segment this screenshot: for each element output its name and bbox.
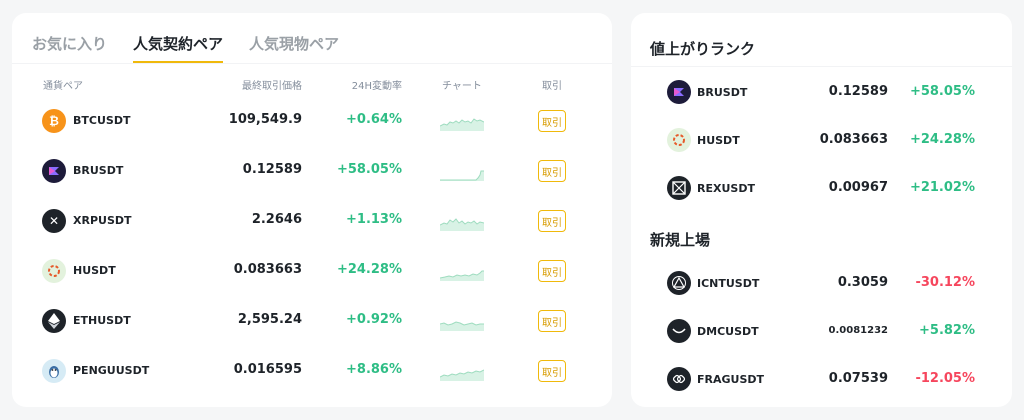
pengu-icon — [42, 359, 66, 383]
pair-symbol: BRUSDT — [697, 86, 748, 99]
br-icon — [667, 80, 691, 104]
h-icon — [42, 259, 66, 283]
table-row[interactable]: ₿ BTCUSDT 109,549.9 +0.64% 取引 — [12, 99, 612, 143]
pair-symbol: HUSDT — [697, 134, 740, 147]
change-percent: +8.86% — [346, 362, 402, 377]
trade-button[interactable]: 取引 — [538, 210, 566, 232]
trade-button[interactable]: 取引 — [538, 360, 566, 382]
change-percent: +0.64% — [346, 112, 402, 127]
trade-button[interactable]: 取引 — [538, 110, 566, 132]
change-percent: +58.05% — [336, 162, 402, 177]
sparkline-chart — [440, 118, 484, 131]
change-percent: +0.92% — [346, 312, 402, 327]
header-pair: 通貨ペア — [43, 81, 83, 92]
icnt-icon — [667, 271, 691, 295]
last-price: 109,549.9 — [228, 112, 302, 127]
trade-button[interactable]: 取引 — [538, 260, 566, 282]
new-listing-row[interactable]: DMCUSDT 0.0081232 +5.82% — [631, 311, 1012, 351]
last-price: 0.0081232 — [828, 325, 888, 336]
ranking-row[interactable]: HUSDT 0.083663 +24.28% — [631, 120, 1012, 160]
new-listing-row[interactable]: ICNTUSDT 0.3059 -30.12% — [631, 263, 1012, 303]
change-percent: +24.28% — [336, 262, 402, 277]
table-row[interactable]: PENGUUSDT 0.016595 +8.86% 取引 — [12, 349, 612, 393]
header-trade: 取引 — [542, 81, 562, 92]
frag-icon — [667, 367, 691, 391]
pair-symbol: DMCUSDT — [697, 325, 759, 338]
trade-button[interactable]: 取引 — [538, 160, 566, 182]
sparkline-chart — [440, 321, 484, 331]
header-price: 最終取引価格 — [242, 81, 302, 92]
ranking-row[interactable]: BRUSDT 0.12589 +58.05% — [631, 72, 1012, 112]
market-table-card: お気に入り 人気契約ペア 人気現物ペア 通貨ペア 最終取引価格 24H変動率 チ… — [12, 13, 612, 407]
last-price: 0.083663 — [819, 132, 888, 147]
table-row[interactable]: ETHUSDT 2,595.24 +0.92% 取引 — [12, 299, 612, 343]
sparkline-chart — [440, 170, 484, 181]
change-percent: +58.05% — [909, 84, 975, 99]
h-icon — [667, 128, 691, 152]
header-change: 24H変動率 — [351, 81, 402, 92]
pair-symbol: FRAGUSDT — [697, 373, 765, 386]
pair-symbol: PENGUUSDT — [73, 364, 150, 377]
pair-symbol: REXUSDT — [697, 182, 755, 195]
table-row[interactable]: BRUSDT 0.12589 +58.05% 取引 — [12, 149, 612, 193]
pair-symbol: HUSDT — [73, 264, 116, 277]
change-percent: +24.28% — [909, 132, 975, 147]
market-tabs: お気に入り 人気契約ペア 人気現物ペア — [32, 33, 339, 63]
change-percent: -12.05% — [915, 371, 975, 386]
last-price: 0.12589 — [828, 84, 888, 99]
last-price: 0.00967 — [828, 180, 888, 195]
tabs-divider — [12, 63, 612, 64]
new-listing-row[interactable]: FRAGUSDT 0.07539 -12.05% — [631, 359, 1012, 399]
pair-symbol: BTCUSDT — [73, 114, 131, 127]
sparkline-chart — [440, 218, 484, 231]
sparkline-chart — [440, 270, 484, 281]
xrp-icon: ✕ — [42, 209, 66, 233]
bitcoin-icon: ₿ — [42, 109, 66, 133]
last-price: 0.12589 — [242, 162, 302, 177]
last-price: 0.07539 — [828, 371, 888, 386]
pair-symbol: BRUSDT — [73, 164, 124, 177]
sparkline-chart — [440, 369, 484, 381]
change-percent: +5.82% — [919, 323, 975, 338]
pair-symbol: ETHUSDT — [73, 314, 131, 327]
change-percent: +21.02% — [909, 180, 975, 195]
change-percent: -30.12% — [915, 275, 975, 290]
table-row[interactable]: HUSDT 0.083663 +24.28% 取引 — [12, 249, 612, 293]
pair-symbol: XRPUSDT — [73, 214, 132, 227]
tab-popular-spot[interactable]: 人気現物ペア — [249, 33, 339, 63]
ranking-divider — [631, 66, 1012, 67]
pair-symbol: ICNTUSDT — [697, 277, 760, 290]
gainers-ranking-title: 値上がりランク — [650, 40, 756, 58]
tab-favorites[interactable]: お気に入り — [32, 33, 107, 63]
last-price: 0.3059 — [837, 275, 888, 290]
last-price: 0.016595 — [233, 362, 302, 377]
change-percent: +1.13% — [346, 212, 402, 227]
last-price: 2,595.24 — [237, 312, 302, 327]
rex-icon — [667, 176, 691, 200]
trade-button[interactable]: 取引 — [538, 310, 566, 332]
last-price: 0.083663 — [233, 262, 302, 277]
header-chart: チャート — [442, 81, 482, 92]
tab-popular-futures[interactable]: 人気契約ペア — [133, 33, 224, 63]
dmc-icon — [667, 319, 691, 343]
ethereum-icon — [42, 309, 66, 333]
ranking-card: 値上がりランク BRUSDT 0.12589 +58.05% HUSDT 0.0… — [631, 13, 1012, 407]
new-listings-title: 新規上場 — [650, 231, 711, 249]
table-row[interactable]: ✕ XRPUSDT 2.2646 +1.13% 取引 — [12, 199, 612, 243]
ranking-row[interactable]: REXUSDT 0.00967 +21.02% — [631, 168, 1012, 208]
last-price: 2.2646 — [251, 212, 302, 227]
br-icon — [42, 159, 66, 183]
